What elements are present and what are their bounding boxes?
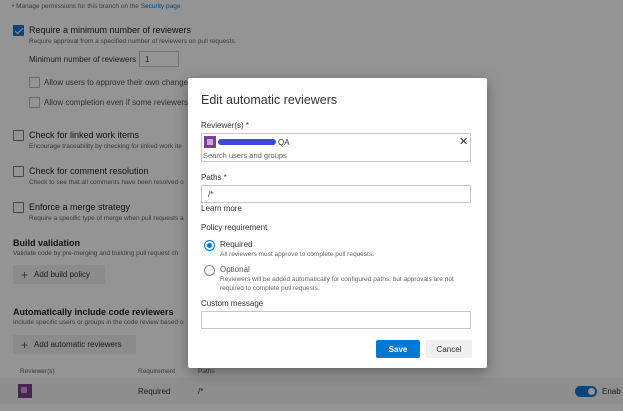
- cancel-button[interactable]: Cancel: [426, 340, 472, 358]
- optional-desc-line1: Reviewers will be added automatically fo…: [220, 276, 454, 283]
- learn-more-link[interactable]: Learn more: [201, 204, 242, 213]
- reviewers-label: Reviewer(s) *: [201, 121, 250, 130]
- optional-desc-line2: required to complete pull requests.: [220, 285, 320, 292]
- optional-label: Optional: [220, 265, 250, 274]
- optional-radio[interactable]: [204, 265, 215, 276]
- required-label: Required: [220, 240, 253, 249]
- custom-message-label: Custom message: [201, 299, 264, 308]
- dialog-title: Edit automatic reviewers: [201, 93, 338, 107]
- required-radio[interactable]: [204, 240, 215, 251]
- required-desc: All reviewers must approve to complete p…: [220, 251, 374, 258]
- redacted-name: [218, 139, 276, 145]
- save-button[interactable]: Save: [376, 340, 420, 358]
- custom-message-input[interactable]: [201, 311, 471, 329]
- avatar: [204, 136, 216, 148]
- policy-requirement-label: Policy requirement: [201, 223, 268, 232]
- paths-label: Paths *: [201, 173, 227, 182]
- reviewers-field[interactable]: QA ✕ Search users and groups: [201, 133, 471, 162]
- search-users-input[interactable]: Search users and groups: [203, 151, 287, 160]
- paths-input[interactable]: /*: [201, 185, 471, 203]
- edit-automatic-reviewers-dialog: Edit automatic reviewers Reviewer(s) * Q…: [188, 78, 487, 368]
- close-icon[interactable]: ✕: [459, 135, 468, 148]
- reviewer-chip: QA: [204, 136, 290, 148]
